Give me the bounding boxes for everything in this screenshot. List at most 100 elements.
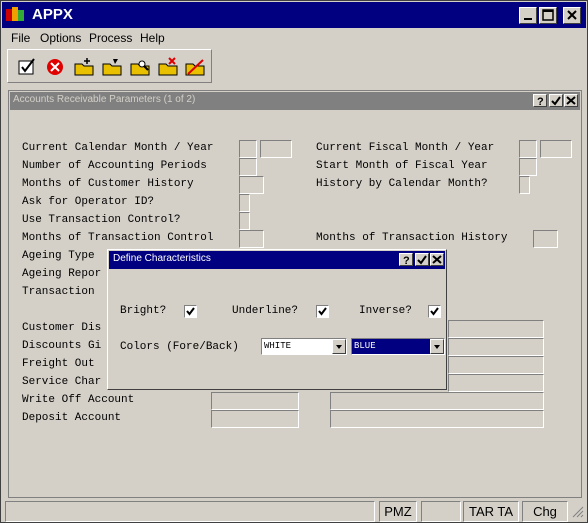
menu-process[interactable]: Process xyxy=(89,31,132,45)
checkmark-document-icon[interactable] xyxy=(16,56,38,78)
label-ageing-type: Ageing Type xyxy=(22,250,95,262)
add-record-icon[interactable] xyxy=(73,56,95,78)
label-ask-operator: Ask for Operator ID? xyxy=(22,196,155,208)
inverse-checkbox[interactable] xyxy=(428,305,441,318)
history-calendar-field[interactable] xyxy=(519,176,530,194)
form-close-button[interactable] xyxy=(564,94,578,107)
label-accounting-periods: Number of Accounting Periods xyxy=(22,160,207,172)
underline-label: Underline? xyxy=(232,305,299,317)
label-months-transaction-history: Months of Transaction History xyxy=(316,232,508,244)
calendar-month-field[interactable] xyxy=(239,140,257,158)
foreground-dropdown-arrow[interactable] xyxy=(332,339,346,354)
label-customer-history: Months of Customer History xyxy=(22,178,194,190)
app-title: APPX xyxy=(32,6,73,23)
service-charge-account-field[interactable] xyxy=(448,374,544,392)
start-fiscal-month-field[interactable] xyxy=(519,158,537,176)
fiscal-month-field[interactable] xyxy=(519,140,537,158)
close-button[interactable] xyxy=(563,7,581,24)
months-transaction-control-field[interactable] xyxy=(239,230,264,248)
background-dropdown-arrow[interactable] xyxy=(430,339,444,354)
use-transaction-control-field[interactable] xyxy=(239,212,250,230)
menu-options[interactable]: Options xyxy=(40,31,81,45)
svg-text:?: ? xyxy=(537,96,544,106)
inverse-label: Inverse? xyxy=(359,305,412,317)
help-icon: ? xyxy=(403,255,410,267)
freight-account-field[interactable] xyxy=(448,356,544,374)
maximize-button[interactable] xyxy=(539,7,557,24)
resize-grip-icon[interactable] xyxy=(571,505,585,519)
cancel-record-icon[interactable] xyxy=(184,56,206,78)
minimize-icon xyxy=(524,18,532,20)
customer-discount-account-field[interactable] xyxy=(448,320,544,338)
delete-record-icon[interactable] xyxy=(157,56,179,78)
dialog-close-button[interactable] xyxy=(430,253,444,266)
label-transaction: Transaction xyxy=(22,286,95,298)
checkmark-icon xyxy=(430,307,439,316)
checkmark-icon xyxy=(318,307,327,316)
background-color-select[interactable]: BLUE xyxy=(351,338,445,355)
bright-checkbox[interactable] xyxy=(184,305,197,318)
label-discounts-given: Discounts Gi xyxy=(22,340,102,352)
inquire-record-icon[interactable] xyxy=(129,56,151,78)
close-icon xyxy=(567,10,577,20)
accounting-periods-field[interactable] xyxy=(239,158,257,176)
months-transaction-history-field[interactable] xyxy=(533,230,558,248)
chevron-down-icon xyxy=(434,345,440,349)
colors-label: Colors (Fore/Back) xyxy=(120,341,239,353)
label-use-transaction-control: Use Transaction Control? xyxy=(22,214,181,226)
status-blank xyxy=(421,501,461,522)
title-bar: APPX xyxy=(2,2,586,28)
minimize-button[interactable] xyxy=(519,7,537,24)
status-message xyxy=(5,501,375,522)
label-ageing-report: Ageing Repor xyxy=(22,268,102,280)
help-icon: ? xyxy=(537,96,544,108)
checkmark-icon xyxy=(186,307,195,316)
underline-checkbox[interactable] xyxy=(316,305,329,318)
checkmark-icon xyxy=(417,255,427,265)
ask-operator-field[interactable] xyxy=(239,194,250,212)
define-characteristics-dialog: Define Characteristics ? Bright? Underli… xyxy=(107,249,447,390)
label-calendar-month-year: Current Calendar Month / Year xyxy=(22,142,214,154)
app-window: APPX File Options Process Help Accounts … xyxy=(0,0,588,523)
discounts-account-field[interactable] xyxy=(448,338,544,356)
foreground-color-select[interactable]: WHITE xyxy=(261,338,347,355)
dialog-ok-button[interactable] xyxy=(415,253,429,266)
fiscal-year-field[interactable] xyxy=(540,140,572,158)
status-pmz: PMZ xyxy=(379,501,417,522)
form-ok-button[interactable] xyxy=(549,94,563,107)
label-history-calendar-month: History by Calendar Month? xyxy=(316,178,488,190)
dialog-title: Define Characteristics xyxy=(113,253,211,264)
appx-logo-icon xyxy=(6,7,24,21)
chevron-down-icon xyxy=(336,345,342,349)
label-service-charge: Service Char xyxy=(22,376,102,388)
write-off-account-field[interactable] xyxy=(211,392,299,410)
cancel-icon[interactable] xyxy=(44,56,66,78)
close-icon xyxy=(432,255,442,264)
customer-history-field[interactable] xyxy=(239,176,264,194)
write-off-description-field[interactable] xyxy=(330,392,544,410)
change-record-icon[interactable] xyxy=(101,56,123,78)
label-write-off-account: Write Off Account xyxy=(22,394,135,406)
menu-file[interactable]: File xyxy=(11,31,30,45)
checkmark-icon xyxy=(551,96,561,106)
deposit-account-field[interactable] xyxy=(211,410,299,428)
label-freight-out: Freight Out xyxy=(22,358,95,370)
form-title: Accounts Receivable Parameters (1 of 2) xyxy=(13,94,196,105)
toolbar xyxy=(7,49,212,83)
label-customer-discount: Customer Dis xyxy=(22,322,102,334)
background-color-value: BLUE xyxy=(354,341,376,351)
calendar-year-field[interactable] xyxy=(260,140,292,158)
menu-bar: File Options Process Help xyxy=(2,29,586,47)
bright-label: Bright? xyxy=(120,305,167,317)
label-fiscal-month-year: Current Fiscal Month / Year xyxy=(316,142,495,154)
menu-help[interactable]: Help xyxy=(140,31,165,45)
status-chg: Chg xyxy=(522,501,568,522)
label-deposit-account: Deposit Account xyxy=(22,412,122,424)
dialog-help-button[interactable]: ? xyxy=(399,253,413,267)
form-title-bar: Accounts Receivable Parameters (1 of 2) … xyxy=(10,92,580,110)
maximize-icon xyxy=(542,9,554,21)
form-help-button[interactable]: ? xyxy=(533,94,547,108)
deposit-description-field[interactable] xyxy=(330,410,544,428)
foreground-color-value: WHITE xyxy=(264,341,292,351)
close-icon xyxy=(566,96,576,105)
